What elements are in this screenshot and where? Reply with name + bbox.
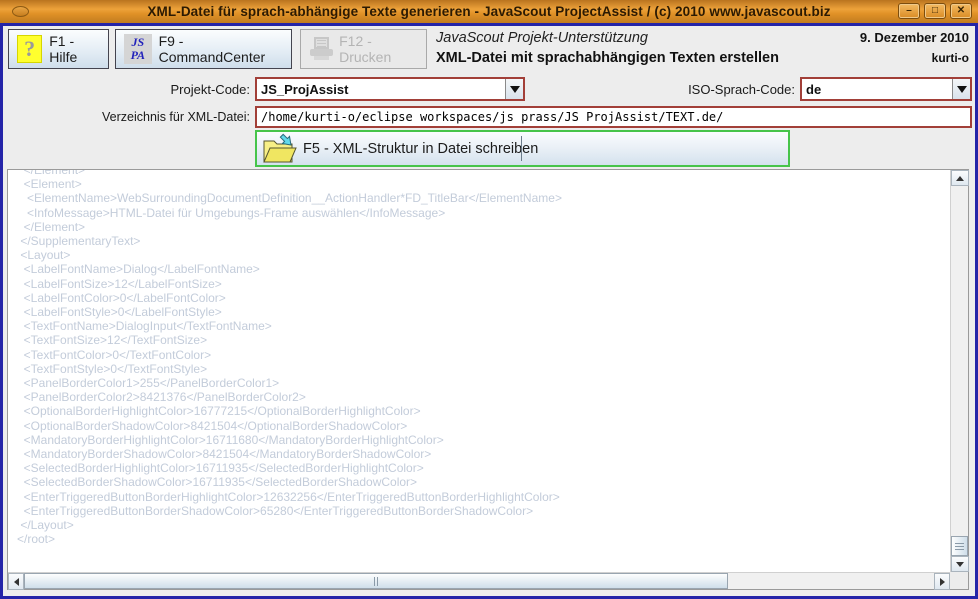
scroll-left-button[interactable]: [8, 573, 24, 590]
xml-line: </root>: [17, 532, 950, 546]
scroll-up-button[interactable]: [951, 170, 969, 186]
scrollbar-corner: [950, 572, 968, 589]
minimize-icon: –: [906, 6, 912, 16]
xml-line: <LabelFontSize>12</LabelFontSize>: [17, 277, 950, 291]
xml-line: <PanelBorderColor2>8421376</PanelBorderC…: [17, 390, 950, 404]
xml-line: <OptionalBorderShadowColor>8421504</Opti…: [17, 419, 950, 433]
xml-line: </Element>: [17, 170, 950, 177]
iso-language-dropdown-button[interactable]: [952, 79, 970, 99]
xml-line: <PanelBorderColor1>255</PanelBorderColor…: [17, 376, 950, 390]
xml-line: <SelectedBorderShadowColor>16711935</Sel…: [17, 475, 950, 489]
xml-line: <TextFontColor>0</TextFontColor>: [17, 348, 950, 362]
window-body: ? F1 - Hilfe JS PA F9 - CommandCenter F1…: [0, 23, 978, 599]
command-center-button-label: F9 - CommandCenter: [159, 33, 283, 65]
close-icon: ✕: [957, 6, 965, 16]
project-code-combobox[interactable]: JS_ProjAssist: [255, 77, 525, 101]
write-xml-button[interactable]: F5 - XML-Struktur in Datei schreiben: [255, 130, 790, 167]
xml-line: </Layout>: [17, 518, 950, 532]
help-button[interactable]: ? F1 - Hilfe: [8, 29, 109, 69]
iso-language-label: ISO-Sprach-Code:: [635, 82, 795, 97]
arrow-right-icon: [940, 578, 945, 586]
xml-preview-text: </Element> <Element> <ElementName>WebSur…: [17, 170, 950, 546]
project-code-value: JS_ProjAssist: [257, 82, 505, 97]
header-block: JavaScout Projekt-Unterstützung 9. Dezem…: [436, 30, 969, 72]
header-user: kurti-o: [932, 51, 969, 65]
window-title: XML-Datei für sprach-abhängige Texte gen…: [0, 4, 978, 19]
print-button: F12 - Drucken: [300, 29, 427, 69]
help-button-label: F1 - Hilfe: [49, 33, 100, 65]
xml-line: <MandatoryBorderHighlightColor>16711680<…: [17, 433, 950, 447]
horizontal-scrollbar-thumb[interactable]: [24, 573, 728, 589]
xml-line: <Layout>: [17, 248, 950, 262]
window-controls: – □ ✕: [898, 3, 972, 19]
xml-directory-input[interactable]: [255, 106, 972, 128]
xml-line: </SupplementaryText>: [17, 234, 950, 248]
text-caret: [521, 136, 522, 161]
app-subtitle: JavaScout Projekt-Unterstützung: [436, 30, 648, 46]
iso-language-value: de: [802, 82, 952, 97]
xml-line: <LabelFontColor>0</LabelFontColor>: [17, 291, 950, 305]
printer-icon: [309, 37, 332, 61]
xml-line: <LabelFontStyle>0</LabelFontStyle>: [17, 305, 950, 319]
arrow-up-icon: [956, 176, 964, 181]
xml-line: <Element>: [17, 177, 950, 191]
xml-directory-label: Verzeichnis für XML-Datei:: [30, 110, 250, 124]
vertical-scrollbar-thumb[interactable]: [951, 536, 968, 556]
help-icon: ?: [17, 35, 42, 63]
arrow-left-icon: [14, 578, 19, 586]
xml-line: <MandatoryBorderShadowColor>8421504</Man…: [17, 447, 950, 461]
folder-icon: [261, 132, 297, 165]
print-button-label: F12 - Drucken: [339, 33, 418, 65]
xml-line: <ElementName>WebSurroundingDocumentDefin…: [17, 191, 950, 205]
maximize-button[interactable]: □: [924, 3, 946, 19]
xml-line: <EnterTriggeredButtonBorderShadowColor>6…: [17, 504, 950, 518]
xml-line: <TextFontSize>12</TextFontSize>: [17, 333, 950, 347]
page-title: XML-Datei mit sprachabhängigen Texten er…: [436, 50, 779, 66]
write-xml-button-label: F5 - XML-Struktur in Datei schreiben: [303, 141, 538, 157]
xml-line: <InfoMessage>HTML-Datei für Umgebungs-Fr…: [17, 206, 950, 220]
command-center-button[interactable]: JS PA F9 - CommandCenter: [115, 29, 292, 69]
close-button[interactable]: ✕: [950, 3, 972, 19]
xml-line: <TextFontStyle>0</TextFontStyle>: [17, 362, 950, 376]
chevron-down-icon: [510, 86, 520, 93]
xml-line: <LabelFontName>Dialog</LabelFontName>: [17, 262, 950, 276]
minimize-button[interactable]: –: [898, 3, 920, 19]
horizontal-scrollbar[interactable]: [8, 572, 950, 589]
xml-line: <SelectedBorderHighlightColor>16711935</…: [17, 461, 950, 475]
logo-line2: PA: [131, 49, 145, 62]
scroll-down-button[interactable]: [951, 556, 969, 572]
xml-line: <OptionalBorderHighlightColor>16777215</…: [17, 404, 950, 418]
xml-line: </Element>: [17, 220, 950, 234]
javascout-logo-icon: JS PA: [124, 34, 152, 64]
titlebar: XML-Datei für sprach-abhängige Texte gen…: [0, 0, 978, 23]
project-code-label: Projekt-Code:: [50, 82, 250, 97]
header-date: 9. Dezember 2010: [860, 30, 969, 45]
xml-line: <EnterTriggeredButtonBorderHighlightColo…: [17, 490, 950, 504]
iso-language-combobox[interactable]: de: [800, 77, 972, 101]
xml-preview-pane: </Element> <Element> <ElementName>WebSur…: [7, 169, 969, 590]
vertical-scrollbar[interactable]: [950, 170, 968, 572]
maximize-icon: □: [932, 6, 938, 16]
scroll-right-button[interactable]: [934, 573, 950, 590]
arrow-down-icon: [956, 562, 964, 567]
chevron-down-icon: [957, 86, 967, 93]
project-code-dropdown-button[interactable]: [505, 79, 523, 99]
xml-preview-viewport[interactable]: </Element> <Element> <ElementName>WebSur…: [8, 170, 950, 572]
xml-line: <TextFontName>DialogInput</TextFontName>: [17, 319, 950, 333]
